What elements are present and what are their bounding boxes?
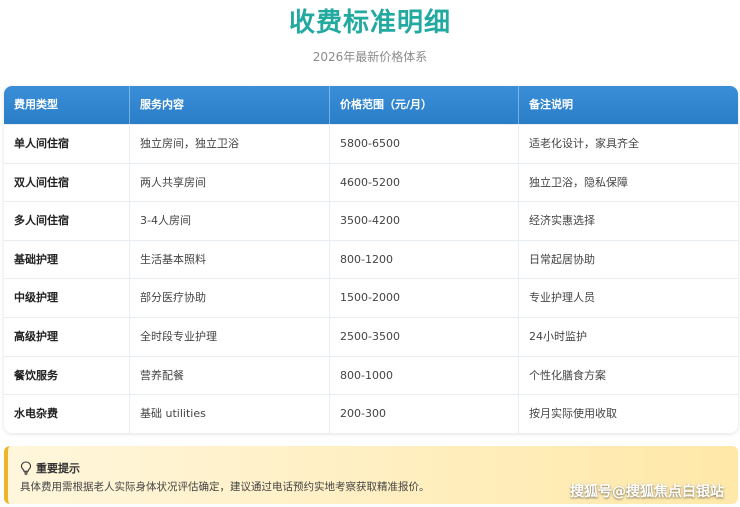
cell-fee-type: 餐饮服务 — [4, 356, 130, 395]
cell-service: 3-4人房间 — [130, 202, 330, 240]
cell-remarks: 独立卫浴，隐私保障 — [529, 175, 628, 189]
page-title: 收费标准明细 — [288, 8, 451, 38]
cell-price: 2500-3500 — [330, 317, 519, 356]
watermark: 搜狐号@搜狐焦点白银站 — [570, 484, 724, 500]
column-header-service: 服务内容 — [130, 86, 330, 124]
cell-fee-type: 多人间住宿 — [4, 202, 130, 240]
cell-remarks: 按月实际使用收取 — [529, 407, 617, 421]
cell-service: 基础 utilities — [130, 395, 330, 433]
fee-table: 费用类型 服务内容 价格范围（元/月） 备注说明 单人间住宿 独立房间，独立卫浴… — [4, 86, 738, 433]
cell-price: 800-1200 — [330, 240, 519, 279]
notice-header: 重要提示 — [20, 460, 80, 476]
table-row: 双人间住宿 两人共享房间 4600-5200 独立卫浴，隐私保障 — [4, 162, 738, 202]
cell-price: 800-1000 — [330, 356, 519, 395]
cell-fee-type: 基础护理 — [4, 240, 130, 279]
cell-price: 1500-2000 — [330, 279, 519, 317]
cell-remarks: 24小时监护 — [529, 329, 587, 343]
cell-price: 3500-4200 — [330, 202, 519, 240]
column-header-remarks: 备注说明 — [529, 98, 573, 111]
column-header-price: 价格范围（元/月） — [330, 86, 519, 124]
cell-service: 两人共享房间 — [130, 163, 330, 202]
table-row: 单人间住宿 独立房间，独立卫浴 5800-6500 适老化设计，家具齐全 — [4, 124, 738, 163]
cell-fee-type: 高级护理 — [4, 317, 130, 356]
cell-remarks: 个性化膳食方案 — [529, 368, 606, 382]
lightbulb-icon — [20, 461, 32, 475]
cell-service: 全时段专业护理 — [130, 317, 330, 356]
column-header-fee-type: 费用类型 — [4, 86, 130, 124]
page-subtitle: 2026年最新价格体系 — [312, 50, 428, 64]
cell-service: 生活基本照料 — [130, 240, 330, 279]
table-row: 餐饮服务 营养配餐 800-1000 个性化膳食方案 — [4, 355, 738, 395]
cell-fee-type: 双人间住宿 — [4, 163, 130, 202]
cell-remarks: 日常起居协助 — [529, 252, 595, 266]
cell-remarks: 专业护理人员 — [529, 291, 595, 305]
cell-remarks: 适老化设计，家具齐全 — [529, 137, 639, 150]
table-row: 基础护理 生活基本照料 800-1200 日常起居协助 — [4, 239, 738, 279]
cell-service: 独立房间，独立卫浴 — [130, 125, 330, 163]
table-row: 多人间住宿 3-4人房间 3500-4200 经济实惠选择 — [4, 201, 738, 240]
cell-price: 200-300 — [330, 395, 519, 433]
table-row: 中级护理 部分医疗协助 1500-2000 专业护理人员 — [4, 278, 738, 317]
table-row: 水电杂费 基础 utilities 200-300 按月实际使用收取 — [4, 394, 738, 433]
table-row: 高级护理 全时段专业护理 2500-3500 24小时监护 — [4, 316, 738, 356]
cell-fee-type: 水电杂费 — [4, 395, 130, 433]
cell-fee-type: 单人间住宿 — [4, 125, 130, 163]
cell-price: 5800-6500 — [330, 125, 519, 163]
cell-service: 营养配餐 — [130, 356, 330, 395]
cell-fee-type: 中级护理 — [4, 279, 130, 317]
cell-remarks: 经济实惠选择 — [529, 214, 595, 228]
notice-text: 具体费用需根据老人实际身体状况评估确定，建议通过电话预约实地考察获取精准报价。 — [20, 481, 430, 493]
cell-price: 4600-5200 — [330, 163, 519, 202]
cell-service: 部分医疗协助 — [130, 279, 330, 317]
table-header: 费用类型 服务内容 价格范围（元/月） 备注说明 — [4, 86, 738, 124]
notice-title: 重要提示 — [36, 462, 80, 475]
